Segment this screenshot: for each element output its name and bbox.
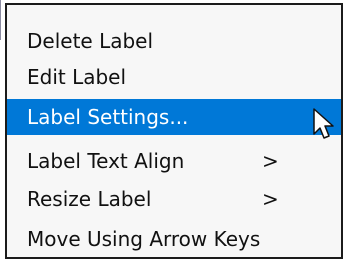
menu-item-label: Delete Label	[27, 29, 154, 53]
submenu-arrow-icon: >	[262, 187, 279, 211]
menu-item-move-using-arrow-keys[interactable]: Move Using Arrow Keys	[7, 221, 341, 257]
menu-item-label: Label Text Align	[27, 149, 185, 173]
menu-item-label: Edit Label	[27, 65, 127, 89]
submenu-arrow-icon: >	[262, 149, 279, 173]
menu-item-label-settings[interactable]: Label Settings...	[7, 99, 341, 135]
menu-item-resize-label[interactable]: Resize Label >	[7, 181, 341, 217]
menu-item-delete-label[interactable]: Delete Label	[7, 23, 341, 59]
menu-item-label-text-align[interactable]: Label Text Align >	[7, 143, 341, 179]
arrow-pointer-icon	[313, 108, 334, 139]
menu-item-edit-label[interactable]: Edit Label	[7, 59, 341, 95]
context-menu: Delete Label Edit Label Label Settings..…	[5, 3, 343, 259]
menu-item-label: Resize Label	[27, 187, 152, 211]
menu-item-label: Move Using Arrow Keys	[27, 227, 261, 251]
menu-item-label: Label Settings...	[27, 105, 189, 129]
screenshot-page: Delete Label Edit Label Label Settings..…	[0, 0, 351, 268]
